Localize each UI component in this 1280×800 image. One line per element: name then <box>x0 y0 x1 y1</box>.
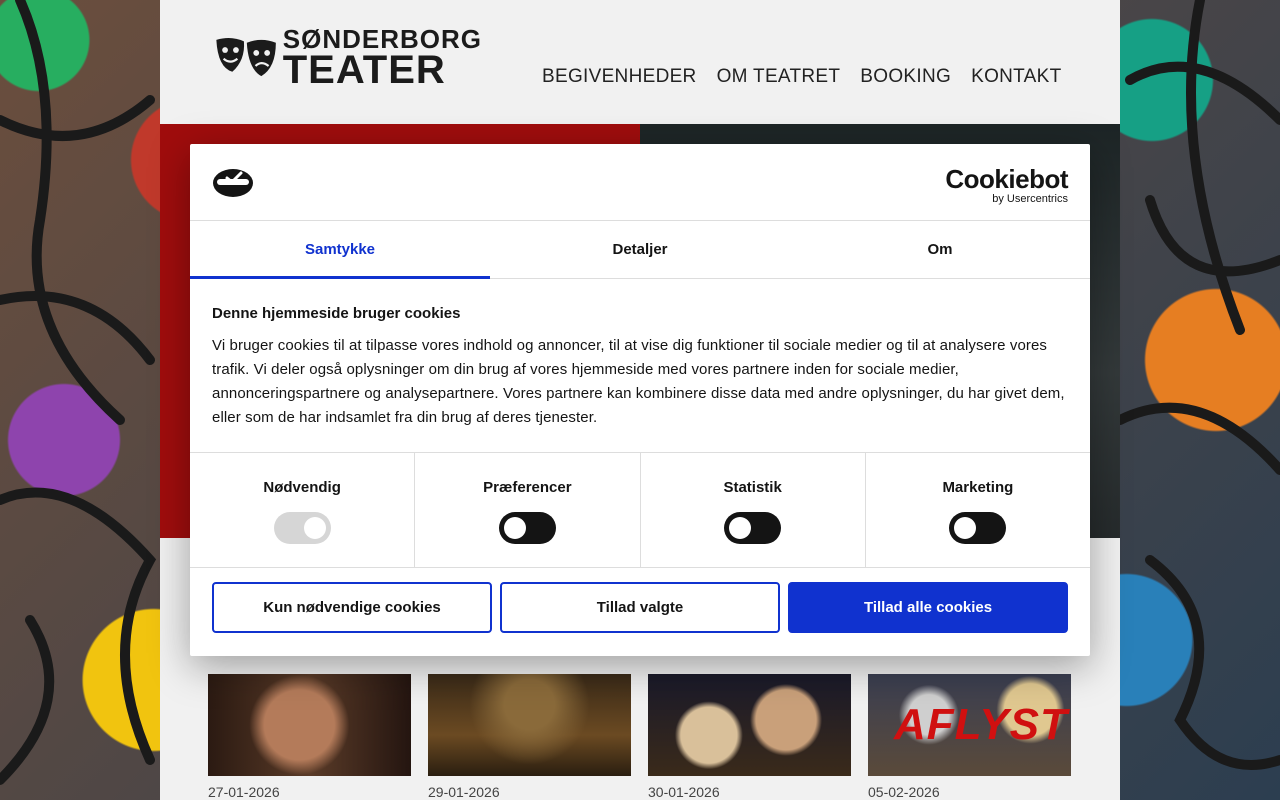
nav-begivenheder[interactable]: BEGIVENHEDER <box>542 66 697 88</box>
consent-categories: Nødvendig Præferencer Statistik Marketin… <box>190 452 1090 568</box>
cancelled-stamp: AFLYST <box>894 700 1068 749</box>
tab-detaljer[interactable]: Detaljer <box>490 221 790 278</box>
cookie-consent-icon <box>213 169 253 197</box>
event-card[interactable]: 27-01-2026 <box>208 674 411 800</box>
cookiebot-logo[interactable]: Cookiebot by Usercentrics <box>945 166 1068 205</box>
dialog-tabs: Samtykke Detaljer Om <box>190 221 1090 279</box>
event-list: 27-01-2026 29-01-2026 30-01-2026 AFLYST … <box>208 674 1071 800</box>
event-thumbnail[interactable] <box>428 674 631 776</box>
allow-selected-button[interactable]: Tillad valgte <box>500 582 780 633</box>
event-thumbnail[interactable] <box>648 674 851 776</box>
preferences-toggle[interactable] <box>498 512 556 544</box>
cookie-consent-dialog: Cookiebot by Usercentrics Samtykke Detal… <box>190 144 1090 656</box>
nav-om-teatret[interactable]: OM TEATRET <box>717 66 841 88</box>
event-date: 29-01-2026 <box>428 784 500 800</box>
site-logo[interactable]: SØNDERBORG TEATER <box>212 26 482 90</box>
event-date: 05-02-2026 <box>868 784 940 800</box>
cookiebot-brand-name: Cookiebot <box>945 164 1068 194</box>
allow-all-button[interactable]: Tillad alle cookies <box>788 582 1068 633</box>
nav-kontakt[interactable]: KONTAKT <box>971 66 1061 88</box>
category-necessary: Nødvendig <box>190 453 416 567</box>
nav-booking[interactable]: BOOKING <box>860 66 951 88</box>
dialog-heading: Denne hjemmeside bruger cookies <box>212 305 461 322</box>
dialog-description: Vi bruger cookies til at tilpasse vores … <box>212 337 1065 426</box>
cookiebot-brand-sub: by Usercentrics <box>992 193 1068 205</box>
event-thumbnail[interactable]: AFLYST <box>868 674 1071 776</box>
event-thumbnail[interactable] <box>208 674 411 776</box>
category-statistics: Statistik <box>641 453 866 567</box>
tab-samtykke[interactable]: Samtykke <box>190 221 490 279</box>
category-label: Marketing <box>942 479 1014 496</box>
event-date: 27-01-2026 <box>208 784 280 800</box>
category-preferences: Præferencer <box>415 453 641 567</box>
necessary-only-button[interactable]: Kun nødvendige cookies <box>212 582 492 633</box>
necessary-toggle <box>273 512 331 544</box>
event-card[interactable]: 30-01-2026 <box>648 674 851 800</box>
event-date: 30-01-2026 <box>648 784 720 800</box>
category-label: Præferencer <box>483 479 572 496</box>
statistics-toggle[interactable] <box>724 512 782 544</box>
category-label: Statistik <box>723 479 782 496</box>
event-card[interactable]: 29-01-2026 <box>428 674 631 800</box>
event-card[interactable]: AFLYST 05-02-2026 <box>868 674 1071 800</box>
logo-text-line2: TEATER <box>282 48 446 92</box>
marketing-toggle[interactable] <box>949 512 1007 544</box>
site-header: SØNDERBORG TEATER BEGIVENHEDER OM TEATRE… <box>160 0 1120 124</box>
tab-om[interactable]: Om <box>790 221 1090 278</box>
theater-masks-icon <box>216 37 276 77</box>
category-marketing: Marketing <box>866 453 1090 567</box>
category-label: Nødvendig <box>263 479 341 496</box>
dialog-body: Denne hjemmeside bruger cookies Vi bruge… <box>190 305 1090 430</box>
dialog-header: Cookiebot by Usercentrics <box>190 144 1090 221</box>
dialog-actions: Kun nødvendige cookies Tillad valgte Til… <box>212 582 1068 633</box>
main-nav: BEGIVENHEDER OM TEATRET BOOKING KONTAKT <box>542 66 1062 88</box>
